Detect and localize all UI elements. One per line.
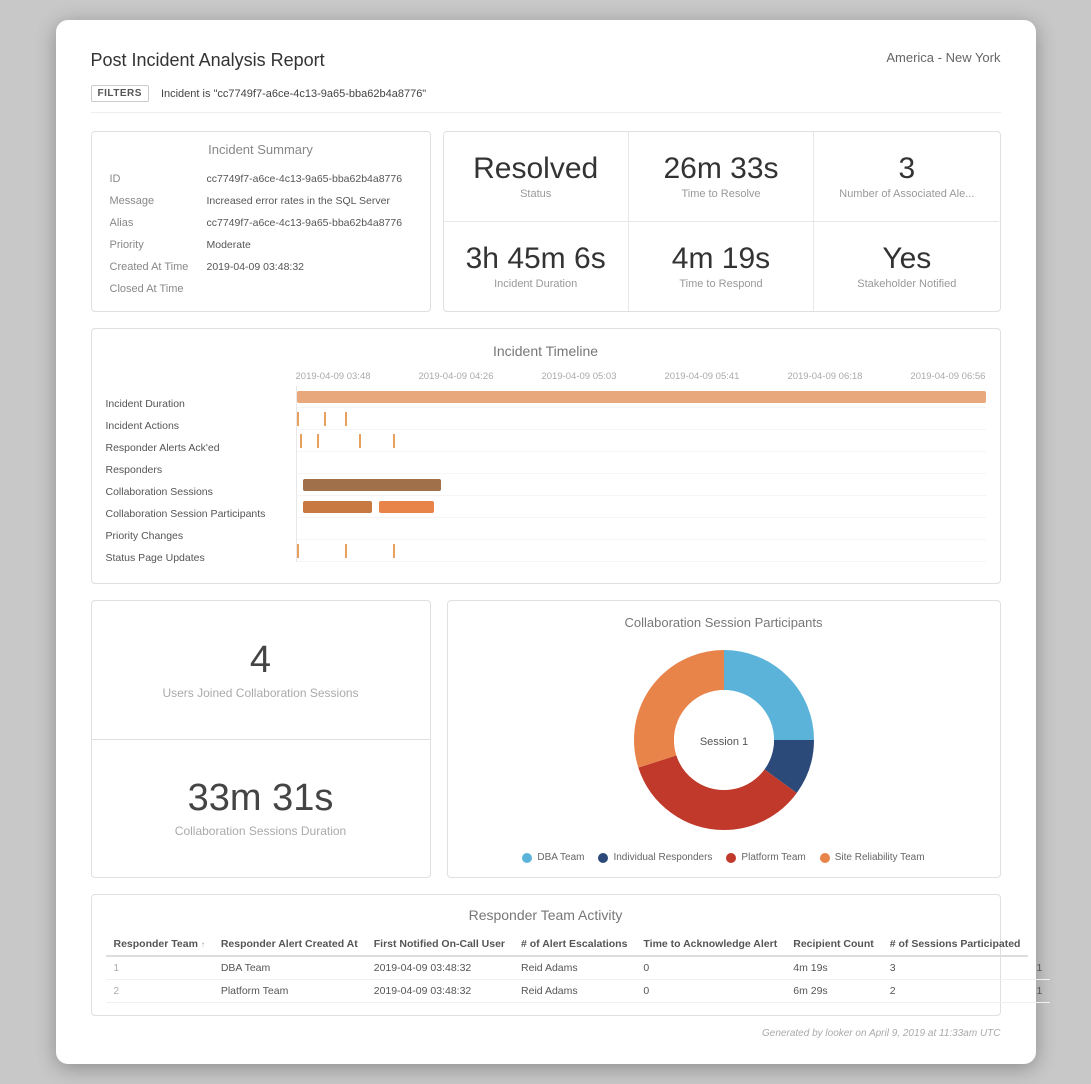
timeline-axis: 2019-04-09 03:48 2019-04-09 04:26 2019-04-… bbox=[296, 371, 986, 382]
donut-chart: Session 1 bbox=[624, 640, 824, 840]
timeline-axis-label: 2019-04-09 05:41 bbox=[664, 371, 739, 382]
responder-row: 1DBA Team2019-04-09 03:48:32Reid Adams04… bbox=[106, 956, 1051, 980]
timeline-axis-label: 2019-04-09 06:18 bbox=[787, 371, 862, 382]
report-header: Post Incident Analysis Report America - … bbox=[91, 50, 1001, 71]
timeline-row-2 bbox=[297, 430, 986, 452]
legend-item: Site Reliability Team bbox=[820, 852, 925, 863]
incident-summary: Incident Summary IDcc7749f7-a6ce-4c13-9a… bbox=[91, 131, 431, 312]
timeline-row-label: Responder Alerts Ack'ed bbox=[106, 437, 296, 459]
timeline-row-label: Collaboration Sessions bbox=[106, 481, 296, 503]
footer: Generated by looker on April 9, 2019 at … bbox=[91, 1028, 1001, 1039]
timeline-section: Incident Timeline Incident DurationIncid… bbox=[91, 328, 1001, 584]
responder-title: Responder Team Activity bbox=[106, 907, 986, 923]
metric-cell-1: 26m 33sTime to Resolve bbox=[629, 132, 814, 222]
report-title: Post Incident Analysis Report bbox=[91, 50, 325, 71]
responder-row: 2Platform Team2019-04-09 03:48:32Reid Ad… bbox=[106, 980, 1051, 1003]
timeline-row-5 bbox=[297, 496, 986, 518]
timeline-row-label: Incident Actions bbox=[106, 415, 296, 437]
collab-users-value: 4 bbox=[250, 640, 271, 682]
timeline-inner: Incident DurationIncident ActionsRespond… bbox=[106, 371, 986, 569]
responder-table: Responder Team ↑Responder Alert Created … bbox=[106, 933, 1051, 1003]
incident-row: Closed At Time bbox=[108, 279, 414, 299]
legend-item: DBA Team bbox=[522, 852, 584, 863]
timeline-title: Incident Timeline bbox=[106, 343, 986, 359]
timeline-axis-label: 2019-04-09 03:48 bbox=[296, 371, 371, 382]
timeline-row-3 bbox=[297, 452, 986, 474]
timeline-row-label: Collaboration Session Participants bbox=[106, 503, 296, 525]
metric-cell-5: YesStakeholder Notified bbox=[814, 222, 999, 312]
timeline-row-6 bbox=[297, 518, 986, 540]
donut-center-label: Session 1 bbox=[699, 736, 747, 748]
donut-section: Collaboration Session Participants Sessi… bbox=[447, 600, 1001, 878]
collab-duration-value: 33m 31s bbox=[188, 778, 334, 820]
timeline-rows bbox=[296, 386, 986, 562]
timeline-axis-label: 2019-04-09 05:03 bbox=[541, 371, 616, 382]
report-region: America - New York bbox=[886, 50, 1000, 65]
filters-label: FILTERS bbox=[91, 85, 149, 102]
legend-item: Individual Responders bbox=[598, 852, 712, 863]
filters-bar: FILTERS Incident is "cc7749f7-a6ce-4c13-… bbox=[91, 85, 1001, 113]
timeline-labels: Incident DurationIncident ActionsRespond… bbox=[106, 371, 296, 569]
incident-row: MessageIncreased error rates in the SQL … bbox=[108, 191, 414, 211]
timeline-row-4 bbox=[297, 474, 986, 496]
report-container: Post Incident Analysis Report America - … bbox=[56, 20, 1036, 1064]
collab-users-cell: 4 Users Joined Collaboration Sessions bbox=[92, 601, 430, 740]
metrics-grid: ResolvedStatus26m 33sTime to Resolve3Num… bbox=[443, 131, 1001, 312]
incident-row: PriorityModerate bbox=[108, 235, 414, 255]
filters-value: Incident is "cc7749f7-a6ce-4c13-9a65-bba… bbox=[161, 88, 426, 100]
donut-legend: DBA Team Individual Responders Platform Te… bbox=[462, 852, 986, 863]
bottom-area: 4 Users Joined Collaboration Sessions 33… bbox=[91, 600, 1001, 878]
incident-summary-title: Incident Summary bbox=[106, 142, 416, 157]
incident-row: IDcc7749f7-a6ce-4c13-9a65-bba62b4a8776 bbox=[108, 169, 414, 189]
legend-item: Platform Team bbox=[726, 852, 805, 863]
metric-cell-0: ResolvedStatus bbox=[444, 132, 629, 222]
responder-section: Responder Team Activity Responder Team ↑… bbox=[91, 894, 1001, 1016]
incident-row: Created At Time2019-04-09 03:48:32 bbox=[108, 257, 414, 277]
timeline-chart: 2019-04-09 03:48 2019-04-09 04:26 2019-04-… bbox=[296, 371, 986, 569]
timeline-axis-label: 2019-04-09 04:26 bbox=[418, 371, 493, 382]
metric-cell-3: 3h 45m 6sIncident Duration bbox=[444, 222, 629, 312]
timeline-row-label: Priority Changes bbox=[106, 525, 296, 547]
timeline-row-label: Incident Duration bbox=[106, 393, 296, 415]
timeline-row-label: Responders bbox=[106, 459, 296, 481]
timeline-row-label: Status Page Updates bbox=[106, 547, 296, 569]
timeline-row-1 bbox=[297, 408, 986, 430]
donut-container: Session 1 bbox=[462, 640, 986, 840]
timeline-axis-label: 2019-04-09 06:56 bbox=[910, 371, 985, 382]
incident-row: Aliascc7749f7-a6ce-4c13-9a65-bba62b4a877… bbox=[108, 213, 414, 233]
metrics-area: Incident Summary IDcc7749f7-a6ce-4c13-9a… bbox=[91, 131, 1001, 312]
incident-table: IDcc7749f7-a6ce-4c13-9a65-bba62b4a8776Me… bbox=[106, 167, 416, 301]
footer-text: Generated by looker on April 9, 2019 at … bbox=[762, 1028, 1000, 1039]
collab-stats: 4 Users Joined Collaboration Sessions 33… bbox=[91, 600, 431, 878]
collab-duration-label: Collaboration Sessions Duration bbox=[175, 824, 346, 838]
collab-users-label: Users Joined Collaboration Sessions bbox=[162, 686, 358, 700]
metric-cell-2: 3Number of Associated Ale... bbox=[814, 132, 999, 222]
donut-title: Collaboration Session Participants bbox=[462, 615, 986, 630]
timeline-row-7 bbox=[297, 540, 986, 562]
metric-cell-4: 4m 19sTime to Respond bbox=[629, 222, 814, 312]
collab-duration-cell: 33m 31s Collaboration Sessions Duration bbox=[92, 740, 430, 878]
timeline-row-0 bbox=[297, 386, 986, 408]
